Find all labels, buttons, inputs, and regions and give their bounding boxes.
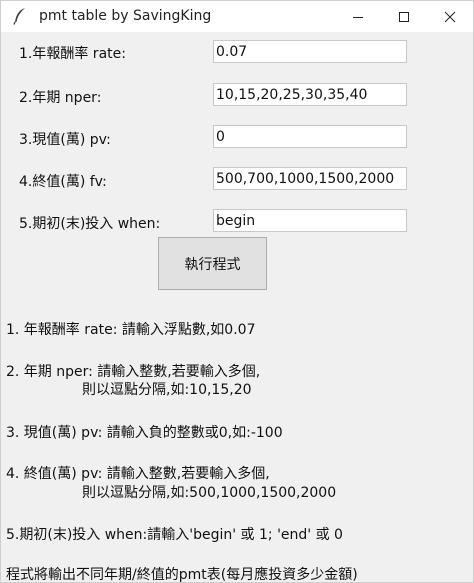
- maximize-icon: [399, 12, 409, 22]
- fv-input[interactable]: [213, 167, 407, 190]
- title-bar[interactable]: pmt table by SavingKing: [1, 1, 473, 32]
- help-when: 5.期初(末)投入 when:請輸入'begin' 或 1; 'end' 或 0: [6, 527, 343, 543]
- minimize-button[interactable]: [335, 1, 381, 32]
- app-window: pmt table by SavingKing 1.年報酬率 rate: 2.年…: [0, 0, 474, 583]
- nper-input[interactable]: [213, 83, 407, 106]
- help-rate: 1. 年報酬率 rate: 請輸入浮點數,如0.07: [6, 322, 256, 338]
- when-input[interactable]: [213, 209, 407, 232]
- help-nper-line2: 則以逗點分隔,如:10,15,20: [82, 382, 252, 398]
- close-icon: [444, 11, 456, 23]
- when-label: 5.期初(末)投入 when:: [19, 216, 161, 232]
- feather-icon: [12, 7, 28, 25]
- nper-label: 2.年期 nper:: [19, 90, 102, 106]
- help-fv-line2: 則以逗點分隔,如:500,1000,1500,2000: [82, 485, 337, 501]
- help-pv: 3. 現值(萬) pv: 請輸入負的整數或0,如:-100: [6, 425, 283, 441]
- pv-input[interactable]: [213, 125, 407, 148]
- help-fv-line1: 4. 終值(萬) pv: 請輸入整數,若要輸入多個,: [6, 466, 270, 482]
- pv-label: 3.現值(萬) pv:: [19, 132, 111, 148]
- close-button[interactable]: [427, 1, 473, 32]
- help-output: 程式將輸出不同年期/終值的pmt表(每月應投資多少金額): [6, 567, 358, 583]
- rate-input[interactable]: [213, 40, 407, 63]
- run-program-button[interactable]: 執行程式: [158, 237, 267, 290]
- minimize-icon: [353, 17, 363, 18]
- maximize-button[interactable]: [381, 1, 427, 32]
- help-nper-line1: 2. 年期 nper: 請輸入整數,若要輸入多個,: [6, 364, 261, 380]
- fv-label: 4.終值(萬) fv:: [19, 174, 107, 190]
- window-title: pmt table by SavingKing: [39, 8, 212, 24]
- rate-label: 1.年報酬率 rate:: [19, 46, 126, 62]
